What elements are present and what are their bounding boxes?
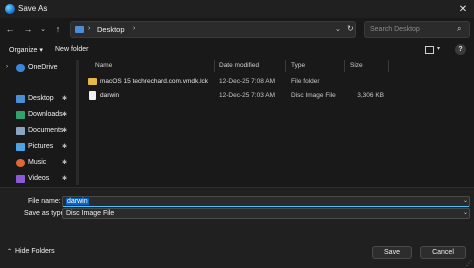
hide-folders-label: Hide Folders [15, 248, 55, 255]
save-as-type-label: Save as type: [24, 210, 67, 217]
download-icon [16, 111, 25, 119]
sidebar-item-label: Desktop [28, 95, 54, 102]
disc-image-icon [89, 91, 96, 100]
sidebar-item-music[interactable]: Music ✱ [0, 156, 76, 170]
file-name: darwin [100, 92, 120, 99]
view-options-icon[interactable] [425, 46, 434, 54]
sidebar-item-label: Downloads [28, 111, 63, 118]
column-divider[interactable] [214, 60, 215, 72]
desktop-icon [16, 95, 25, 103]
forward-button[interactable]: → [22, 23, 34, 35]
file-size: 3,306 KB [357, 92, 384, 99]
document-icon [16, 127, 25, 135]
column-header-size[interactable]: Size [350, 62, 363, 69]
back-button[interactable]: ← [4, 23, 16, 35]
sidebar-item-documents[interactable]: Documents ✱ [0, 124, 76, 138]
file-date: 12-Dec-25 7:08 AM [219, 78, 276, 85]
chevron-down-icon[interactable]: ⌄ [463, 209, 468, 216]
chevron-down-icon[interactable]: ⌄ [463, 197, 468, 204]
file-name-field[interactable]: darwin ⌄ [62, 196, 470, 207]
command-bar: Organize ▾ New folder [0, 42, 474, 59]
table-row[interactable]: darwin 12-Dec-25 7:03 AM Disc Image File… [82, 89, 474, 103]
cloud-icon [16, 64, 25, 72]
title-bar: Save As ✕ [0, 0, 474, 18]
recent-locations-chevron-icon[interactable]: ⌄ [37, 23, 49, 35]
view-dropdown-icon[interactable]: ▾ [437, 45, 440, 52]
folder-icon [75, 26, 84, 33]
sidebar-item-label: OneDrive [28, 64, 58, 71]
pictures-icon [16, 143, 25, 151]
sidebar-item-desktop[interactable]: Desktop ✱ [0, 92, 76, 106]
sidebar-item-label: Documents [28, 127, 64, 134]
sidebar-item-onedrive[interactable]: › OneDrive [0, 61, 76, 75]
file-name-value: darwin [66, 198, 89, 205]
file-name: macOS 15 techrechard.com.vmdk.lck [100, 78, 209, 85]
sidebar-scrollbar[interactable] [76, 60, 79, 185]
pin-icon: ✱ [62, 176, 68, 182]
navigation-pane: › OneDrive Desktop ✱ Downloads ✱ Documen… [0, 59, 76, 187]
save-as-type-select[interactable]: Disc Image File ⌄ [62, 208, 470, 219]
breadcrumb-chevron-icon[interactable]: › [88, 25, 90, 32]
chevron-up-icon: ⌃ [7, 249, 13, 255]
search-icon: ⌕ [457, 24, 462, 33]
file-date: 12-Dec-25 7:03 AM [219, 92, 276, 99]
expand-chevron-icon[interactable]: › [6, 64, 8, 70]
organize-button[interactable]: Organize ▾ [9, 46, 43, 54]
resize-grip-icon[interactable]: ⋰ [466, 260, 472, 267]
window-title: Save As [18, 4, 48, 13]
sidebar-item-videos[interactable]: Videos ✱ [0, 172, 76, 186]
column-divider[interactable] [285, 60, 286, 72]
pin-icon: ✱ [62, 128, 68, 134]
file-type: File folder [291, 78, 320, 85]
search-placeholder: Search Desktop [370, 26, 420, 33]
breadcrumb-desktop[interactable]: Desktop [97, 25, 125, 34]
file-type: Disc Image File [291, 92, 336, 99]
videos-icon [16, 175, 25, 183]
refresh-icon[interactable]: ↻ [347, 24, 354, 33]
help-icon[interactable]: ? [455, 44, 466, 55]
sidebar-item-label: Videos [28, 175, 50, 182]
address-dropdown-icon[interactable]: ⌄ [335, 25, 341, 33]
pin-icon: ✱ [62, 112, 68, 118]
folder-icon [88, 78, 97, 85]
table-row[interactable]: macOS 15 techrechard.com.vmdk.lck 12-Dec… [82, 75, 474, 89]
breadcrumb-chevron-icon[interactable]: › [133, 25, 135, 32]
sidebar-item-label: Pictures [28, 143, 54, 150]
cancel-button[interactable]: Cancel [420, 246, 466, 259]
pin-icon: ✱ [62, 160, 68, 166]
column-header-date-modified[interactable]: Date modified [219, 62, 259, 69]
sidebar-item-label: Music [28, 159, 47, 166]
column-divider[interactable] [388, 60, 389, 72]
close-button[interactable]: ✕ [454, 1, 472, 17]
column-header-type[interactable]: Type [291, 62, 305, 69]
hide-folders-button[interactable]: ⌃ Hide Folders [7, 248, 55, 255]
music-icon [16, 159, 25, 167]
up-button[interactable]: ↑ [52, 23, 64, 35]
pin-icon: ✱ [62, 96, 68, 102]
pin-icon: ✱ [62, 144, 68, 150]
column-header-name[interactable]: Name [95, 62, 112, 69]
save-as-type-value: Disc Image File [66, 210, 115, 217]
file-list: Name Date modified Type Size macOS 15 te… [82, 59, 474, 187]
edge-app-icon [5, 4, 15, 14]
file-name-label: File name: [28, 198, 61, 205]
search-input[interactable]: Search Desktop ⌕ [364, 21, 470, 38]
selected-text: darwin [66, 198, 89, 205]
address-bar[interactable]: › Desktop › ⌄ ↻ [70, 21, 356, 38]
save-button[interactable]: Save [372, 246, 412, 259]
column-divider[interactable] [344, 60, 345, 72]
new-folder-button[interactable]: New folder [55, 46, 88, 53]
sidebar-item-pictures[interactable]: Pictures ✱ [0, 140, 76, 154]
sidebar-item-downloads[interactable]: Downloads ✱ [0, 108, 76, 122]
